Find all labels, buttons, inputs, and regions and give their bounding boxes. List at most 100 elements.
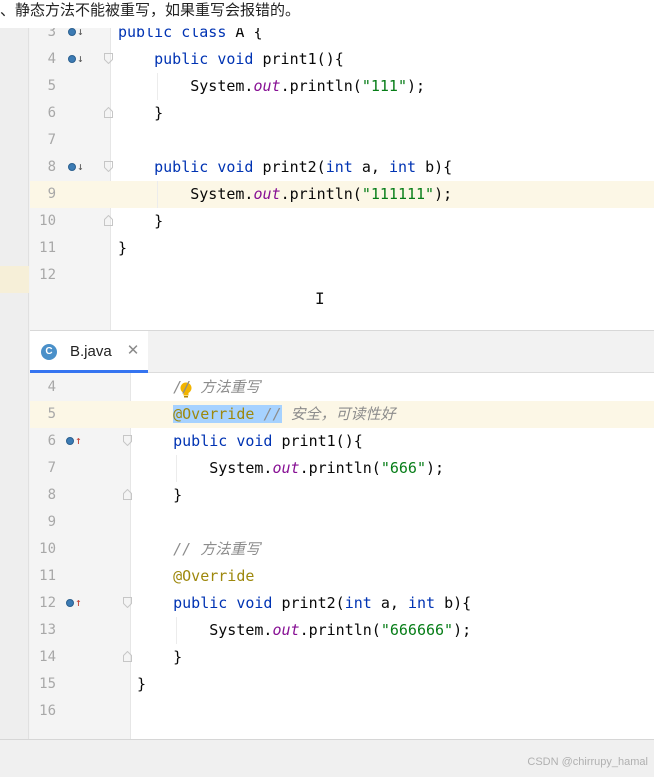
code-line[interactable]: 11 @Override xyxy=(30,563,654,590)
line-number: 8 xyxy=(47,487,56,503)
code-token: "111111" xyxy=(361,185,435,203)
fold-close-icon[interactable] xyxy=(104,106,113,118)
arrow-down-icon: ↓ xyxy=(77,28,84,38)
line-number: 6 xyxy=(47,433,56,449)
code-token: b){ xyxy=(425,158,453,176)
code-line[interactable]: 10 } xyxy=(30,208,654,235)
code-line[interactable]: 7 System.out.println("666"); xyxy=(30,455,654,482)
code-line[interactable]: 8 } xyxy=(30,482,654,509)
code-line[interactable]: 11} xyxy=(30,235,654,262)
editor-a[interactable]: 3 ↓ public class A {4 ↓ public void print1(… xyxy=(30,28,654,330)
code-token: ); xyxy=(426,459,445,477)
code-token: out xyxy=(253,77,281,95)
code-text[interactable]: // 方法重写 xyxy=(137,536,260,563)
line-number: 6 xyxy=(47,105,56,121)
code-line[interactable]: 5 System.out.println("111"); xyxy=(30,73,654,100)
code-text[interactable]: public void print1(){ xyxy=(137,428,363,455)
code-token: ); xyxy=(407,77,426,95)
code-text[interactable]: } xyxy=(118,100,163,127)
code-text[interactable]: System.out.println("666666"); xyxy=(137,617,471,644)
code-token: public void xyxy=(154,158,263,176)
code-text[interactable]: System.out.println("666"); xyxy=(137,455,444,482)
code-line[interactable]: 12 ↑ public void print2(int a, int b){ xyxy=(30,590,654,617)
line-number: 9 xyxy=(47,514,56,530)
code-token: } xyxy=(118,104,164,122)
fold-close-icon[interactable] xyxy=(123,650,132,662)
code-token: int xyxy=(344,594,381,612)
line-number: 7 xyxy=(47,460,56,476)
code-token: out xyxy=(272,621,300,639)
code-token: "666666" xyxy=(380,621,454,639)
code-text[interactable]: @Override xyxy=(137,563,254,590)
code-line[interactable]: 14 } xyxy=(30,644,654,671)
indent-guide xyxy=(157,73,158,100)
code-text[interactable]: } xyxy=(137,482,182,509)
code-text[interactable]: public class A { xyxy=(118,28,263,46)
fold-close-icon[interactable] xyxy=(123,488,132,500)
code-text[interactable]: } xyxy=(137,644,182,671)
code-token: } xyxy=(118,212,164,230)
code-line[interactable]: 9 xyxy=(30,509,654,536)
fold-open-icon[interactable] xyxy=(123,597,132,609)
close-tab-icon[interactable]: ✕ xyxy=(126,342,140,360)
code-text[interactable]: public void print2(int a, int b){ xyxy=(137,590,471,617)
code-line[interactable]: 9 System.out.println("111111"); xyxy=(30,181,654,208)
code-token: .println( xyxy=(299,621,381,639)
code-text[interactable]: } xyxy=(137,671,146,698)
tab-b-java[interactable]: C B.java ✕ xyxy=(30,331,148,373)
code-line[interactable]: 8 ↓ public void print2(int a, int b){ xyxy=(30,154,654,181)
line-number: 4 xyxy=(47,51,56,67)
code-token: print2( xyxy=(262,158,326,176)
code-token: "666" xyxy=(380,459,426,477)
code-line[interactable]: 3 ↓ public class A { xyxy=(30,28,654,46)
code-token: out xyxy=(272,459,300,477)
code-text[interactable]: @Override // 安全，可读性好 xyxy=(137,401,396,428)
overridden-method-icon[interactable]: ↓ xyxy=(68,160,84,174)
code-text[interactable]: System.out.println("111"); xyxy=(118,73,425,100)
code-line[interactable]: 7 xyxy=(30,127,654,154)
code-line[interactable]: 10 // 方法重写 xyxy=(30,536,654,563)
code-token: System. xyxy=(137,621,273,639)
code-line[interactable]: 12 xyxy=(30,262,654,289)
fold-open-icon[interactable] xyxy=(104,161,113,173)
arrow-down-icon: ↓ xyxy=(77,160,84,173)
overriding-method-icon[interactable]: ↑ xyxy=(66,596,82,610)
code-line[interactable]: 6 } xyxy=(30,100,654,127)
code-text[interactable]: public void print1(){ xyxy=(118,46,344,73)
fold-open-icon[interactable] xyxy=(123,435,132,447)
overriding-method-icon[interactable]: ↑ xyxy=(66,434,82,448)
editor-tab-bar: C B.java ✕ xyxy=(30,330,654,373)
code-token: } xyxy=(137,486,183,504)
code-line[interactable]: 5 @Override // 安全，可读性好 xyxy=(30,401,654,428)
indent-guide xyxy=(176,617,177,644)
code-line[interactable]: 15} xyxy=(30,671,654,698)
fold-close-icon[interactable] xyxy=(104,214,113,226)
overridden-method-icon[interactable]: ↓ xyxy=(68,28,84,39)
code-token: 安全，可读性好 xyxy=(281,405,396,423)
indent-guide xyxy=(157,181,158,208)
code-token: ); xyxy=(453,621,472,639)
code-line[interactable]: 6 ↑ public void print1(){ xyxy=(30,428,654,455)
code-text[interactable]: } xyxy=(118,208,163,235)
code-token: A { xyxy=(235,28,263,41)
text-cursor-icon: I xyxy=(315,289,325,308)
code-line[interactable]: 4 ↓ public void print1(){ xyxy=(30,46,654,73)
code-text[interactable]: // 方法重写 xyxy=(137,374,260,401)
code-text[interactable]: System.out.println("111111"); xyxy=(118,181,452,208)
code-line[interactable]: 4 // 方法重写 xyxy=(30,374,654,401)
code-text[interactable]: public void print2(int a, int b){ xyxy=(118,154,452,181)
overridden-method-icon[interactable]: ↓ xyxy=(68,52,84,66)
fold-open-icon[interactable] xyxy=(104,53,113,65)
editor-b[interactable]: 4 // 方法重写 5 @Override // 安全，可读性好 6 ↑ public… xyxy=(30,373,654,739)
code-text[interactable]: } xyxy=(118,235,127,262)
method-marker-dot-icon xyxy=(66,437,74,445)
code-line[interactable]: 16 xyxy=(30,698,654,725)
code-line[interactable]: 13 System.out.println("666666"); xyxy=(30,617,654,644)
line-number: 14 xyxy=(39,649,56,665)
code-token: // 方法重写 xyxy=(173,540,261,558)
code-token: int xyxy=(325,158,362,176)
